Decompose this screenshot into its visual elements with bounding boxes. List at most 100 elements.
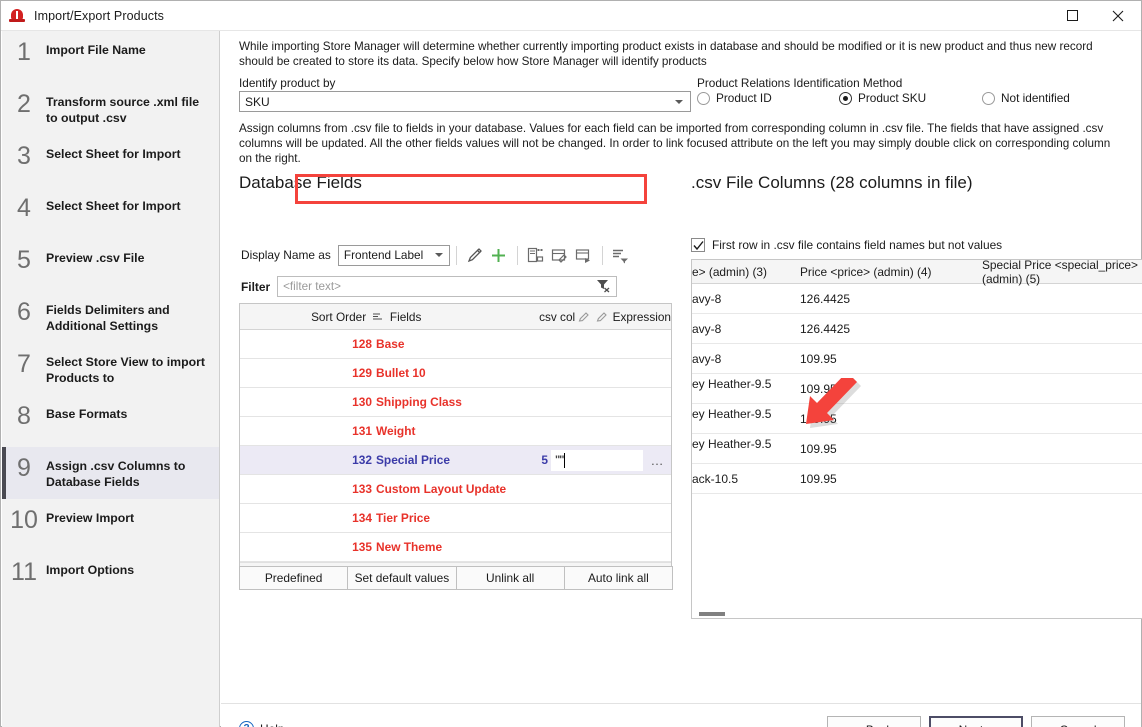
chevron-down-icon <box>434 253 443 257</box>
scrollbar-thumb[interactable] <box>699 612 725 616</box>
sidebar-item-preview-csv-file[interactable]: 5 Preview .csv File <box>2 239 219 291</box>
table-row[interactable]: 133 Custom Layout Update <box>240 475 671 504</box>
table-row[interactable]: 129 Bullet 10 <box>240 359 671 388</box>
sort-icon[interactable] <box>368 311 386 322</box>
sidebar-item-preview-import[interactable]: 10 Preview Import <box>2 499 219 551</box>
radio-product-id[interactable]: Product ID <box>697 91 772 105</box>
radio-indicator <box>697 91 710 105</box>
row-sort-order: 132 <box>352 453 372 467</box>
navigation-buttons: < Back Next > Cancel <box>819 716 1125 727</box>
identify-product-value: SKU <box>245 94 270 109</box>
csv-column-header-3[interactable]: Special Price <special_price> (admin) (5… <box>982 260 1142 286</box>
product-relations-label: Product Relations Identification Method <box>697 76 903 90</box>
back-button[interactable]: < Back <box>827 716 921 727</box>
csv-table-row[interactable]: ack-10.5 109.95 <box>692 464 1142 494</box>
table-row[interactable]: 130 Shipping Class <box>240 388 671 417</box>
edit-pencil-icon[interactable] <box>463 244 487 266</box>
csv-cell: 126.4425 <box>800 321 851 336</box>
sidebar-item-select-store-view-to-import-products-to[interactable]: 7 Select Store View to import Products to <box>2 343 219 395</box>
sidebar-item-import-file-name[interactable]: 1 Import File Name <box>2 31 219 83</box>
radio-not-identified[interactable]: Not identified <box>982 91 1070 105</box>
table-row[interactable]: 132 Special Price 5 ""… <box>240 446 671 475</box>
row-more-button[interactable]: … <box>643 453 671 468</box>
expression-input[interactable]: "" <box>551 449 643 471</box>
row-sort-order: 133 <box>352 482 372 496</box>
button-predefined[interactable]: Predefined <box>239 566 349 590</box>
csv-column-header-2[interactable]: Price <price> (admin) (4) <box>800 265 982 279</box>
identify-product-label: Identify product by <box>239 76 336 90</box>
row-field-name: Custom Layout Update <box>376 482 507 496</box>
sidebar-item-import-options[interactable]: 11 Import Options <box>2 551 219 603</box>
csv-table-row[interactable]: ey Heather-9.5 109.95 <box>692 404 1142 434</box>
intro-text: While importing Store Manager will deter… <box>239 40 1093 68</box>
edit-grid-icon[interactable] <box>548 244 572 266</box>
radio-product-sku[interactable]: Product SKU <box>839 91 926 105</box>
filter-row: Filter <filter text> <box>241 276 618 297</box>
row-sort-order: 129 <box>352 366 372 380</box>
csv-column-header-1[interactable]: е> (admin) (3) <box>692 265 800 279</box>
table-row[interactable]: 134 Tier Price <box>240 504 671 533</box>
pencil-icon[interactable] <box>593 311 611 323</box>
help-link[interactable]: ? Help <box>239 721 284 727</box>
clear-filter-icon[interactable] <box>596 278 611 296</box>
column-header-sort-order[interactable]: Sort Order <box>240 310 368 324</box>
column-header-csv-col[interactable]: csv col <box>504 310 575 324</box>
csv-cell: ey Heather-9.5 <box>692 376 772 391</box>
text-caret <box>564 452 566 468</box>
grid-action-buttons: Predefined Set default values Unlink all Au… <box>239 566 673 590</box>
csv-table-row[interactable]: ey Heather-9.5 109.95 <box>692 374 1142 404</box>
csv-table-row[interactable]: avy-8 109.95 <box>692 344 1142 374</box>
column-header-expression[interactable]: Expression <box>611 310 671 324</box>
sidebar-item-base-formats[interactable]: 8 Base Formats <box>2 395 219 447</box>
button-unlink-all[interactable]: Unlink all <box>455 566 565 590</box>
step-label: Import Options <box>46 563 135 577</box>
csv-cell: 109.95 <box>800 351 837 366</box>
sidebar-item-select-sheet-for-import[interactable]: 4 Select Sheet for Import <box>2 187 219 239</box>
cancel-button[interactable]: Cancel <box>1031 716 1125 727</box>
pencil-icon[interactable] <box>575 311 593 323</box>
filter-label: Filter <box>241 279 271 294</box>
step-number: 9 <box>17 454 31 482</box>
sidebar-item-fields-delimiters-and-additional-settings[interactable]: 6 Fields Delimiters and Additional Settin… <box>2 291 219 343</box>
database-fields-grid: Sort Order Fields csv col Expression 128… <box>239 303 672 588</box>
add-plus-icon[interactable] <box>487 244 511 266</box>
row-field-name: New Theme <box>376 540 443 554</box>
toolbar-divider <box>601 245 603 265</box>
button-set-default-values[interactable]: Set default values <box>347 566 457 590</box>
sidebar-item-assign-csv-columns-to-database-fields[interactable]: 9 Assign .csv Columns to Database Fields <box>2 447 219 499</box>
window-controls <box>1049 1 1141 30</box>
row-csv-col[interactable]: 5 <box>493 453 551 467</box>
csv-table-row[interactable]: avy-8 126.4425 <box>692 284 1142 314</box>
maximize-button[interactable] <box>1049 1 1095 30</box>
first-row-checkbox-label: First row in .csv file contains field na… <box>712 238 1003 252</box>
csv-columns-heading: .csv File Columns (28 columns in file) <box>691 173 973 192</box>
csv-table-row[interactable]: ey Heather-9.5 109.95 <box>692 434 1142 464</box>
sidebar-item-transform-source-xml-file-to-output-csv[interactable]: 2 Transform source .xml file to output .c… <box>2 83 219 135</box>
close-icon[interactable] <box>1095 1 1141 30</box>
first-row-checkbox-row[interactable]: First row in .csv file contains field na… <box>691 238 1002 252</box>
csv-cell: ack-10.5 <box>692 471 739 486</box>
sort-filter-icon[interactable] <box>609 244 633 266</box>
row-sort-order: 135 <box>352 540 372 554</box>
map-columns-icon[interactable] <box>524 244 548 266</box>
wizard-steps-sidebar: 1 Import File Name 2 Transform source .xml … <box>2 31 220 727</box>
identify-product-select[interactable]: SKU <box>239 91 691 112</box>
run-grid-icon[interactable] <box>572 244 596 266</box>
table-row[interactable]: 135 New Theme <box>240 533 671 562</box>
table-row[interactable]: 131 Weight <box>240 417 671 446</box>
csv-cell: 109.95 <box>800 471 837 486</box>
filter-input[interactable]: <filter text> <box>277 276 618 297</box>
footer-divider <box>221 703 1141 704</box>
csv-horizontal-scrollbar[interactable] <box>691 609 1142 619</box>
display-name-select[interactable]: Frontend Label <box>337 244 450 266</box>
first-row-checkbox[interactable] <box>691 238 705 252</box>
sidebar-item-select-sheet-for-import[interactable]: 3 Select Sheet for Import <box>2 135 219 187</box>
next-button[interactable]: Next > <box>929 716 1023 727</box>
button-auto-link-all[interactable]: Auto link all <box>563 566 673 590</box>
column-header-fields[interactable]: Fields <box>386 310 504 324</box>
step-label: Select Store View to import Products to <box>46 355 205 385</box>
row-field-name: Weight <box>376 424 416 438</box>
csv-table-row[interactable]: avy-8 126.4425 <box>692 314 1142 344</box>
table-row[interactable]: 128 Base <box>240 330 671 359</box>
radio-label: Product ID <box>716 91 772 105</box>
